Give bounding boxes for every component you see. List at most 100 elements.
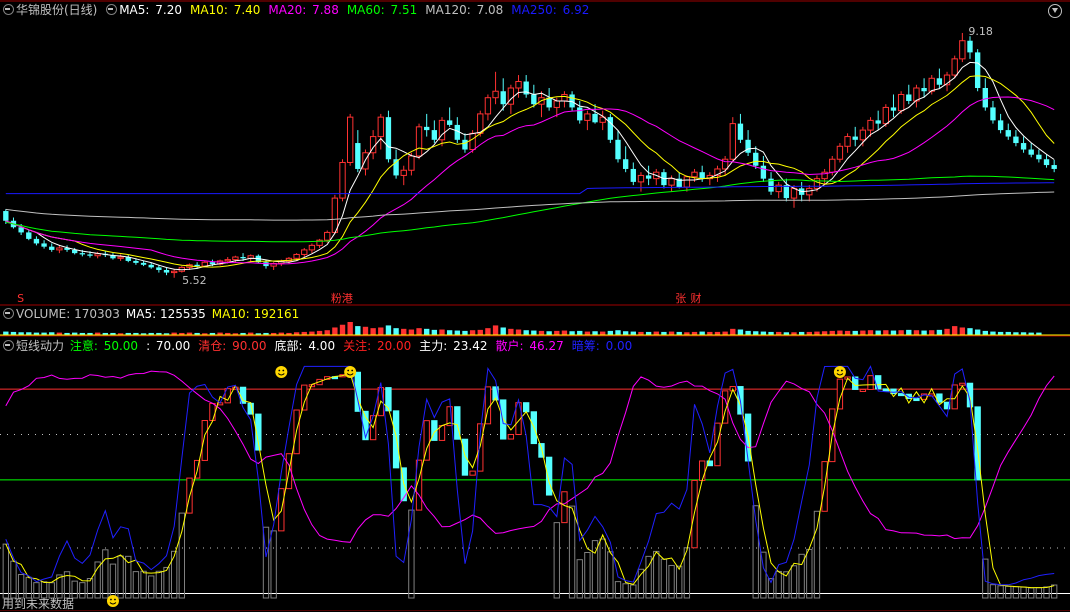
main-force-block xyxy=(897,393,905,397)
candle-body xyxy=(1028,149,1034,155)
volume-bar xyxy=(967,328,973,335)
ma-legend-item: MA250: 6.92 xyxy=(511,3,591,17)
volume-bar xyxy=(974,329,981,335)
main-force-block xyxy=(408,509,415,599)
signal-marker: S xyxy=(17,292,24,305)
candle-body xyxy=(400,169,407,176)
candle-body xyxy=(355,143,361,169)
volume-bar xyxy=(485,328,491,335)
volume-bar xyxy=(554,330,560,335)
ma-line xyxy=(5,75,1055,268)
buy-smiley-icon xyxy=(275,366,288,378)
candle-body xyxy=(240,257,246,259)
main-force-block xyxy=(1005,585,1012,599)
candle-body xyxy=(967,40,973,53)
main-force-block xyxy=(630,584,637,599)
volume-bar xyxy=(546,331,552,335)
volume-bar xyxy=(630,331,636,335)
volume-bar xyxy=(339,324,346,335)
indicator-legend: 短线动力 注意: 50.00: 70.00 清仓: 90.00 底部: 4.00 关注… xyxy=(0,338,642,354)
candle-body xyxy=(906,94,912,101)
collapse-icon[interactable] xyxy=(1048,4,1062,18)
smiley-face xyxy=(275,366,288,378)
window-toggle-icon[interactable] xyxy=(3,4,14,15)
ma-label: MA20: xyxy=(268,3,311,17)
indicator-label: 散户: xyxy=(495,339,528,353)
future-data-note: 用到未来数据 xyxy=(2,597,75,611)
volume-bar xyxy=(385,325,392,335)
volume-bar xyxy=(860,330,866,335)
indicator-legend-item: 散户: 46.27 xyxy=(496,339,566,353)
candle-body xyxy=(301,249,308,255)
volume-bar xyxy=(316,330,323,335)
indicator-legend-item: : 70.00 xyxy=(146,339,192,353)
candle-body xyxy=(813,178,821,189)
volume-bar xyxy=(936,329,943,335)
main-force-block xyxy=(1035,587,1043,599)
indicator-label: 关注: xyxy=(343,339,375,353)
candle-body xyxy=(424,126,430,131)
candle-body xyxy=(737,123,744,140)
candle-body xyxy=(615,139,621,160)
candle-body xyxy=(645,175,652,179)
candle-body xyxy=(982,88,988,108)
candle-body xyxy=(469,132,476,151)
volume-bar xyxy=(883,330,889,335)
main-force-block xyxy=(951,384,958,410)
candle-body xyxy=(760,165,767,179)
candle-body xyxy=(1005,130,1011,137)
volume-settings-icon[interactable] xyxy=(3,308,14,319)
retail-line xyxy=(5,370,1055,543)
main-force-block xyxy=(170,550,178,599)
main-force-block xyxy=(109,563,117,599)
candle-body xyxy=(484,97,492,115)
main-force-block xyxy=(622,583,629,599)
candle-body xyxy=(1020,143,1027,150)
candle-body xyxy=(224,259,231,262)
main-force-block xyxy=(568,505,576,599)
candle-body xyxy=(462,139,468,150)
main-force-block xyxy=(989,584,997,599)
candle-body xyxy=(990,107,996,121)
main-force-block xyxy=(10,560,17,599)
candle-body xyxy=(630,168,636,182)
candle-body xyxy=(921,88,927,92)
ma-line xyxy=(5,182,1055,195)
indicator-settings-icon[interactable] xyxy=(3,340,14,351)
candle-body xyxy=(852,136,858,140)
main-force-block xyxy=(561,491,568,524)
ma-label: MA60: xyxy=(346,3,389,17)
volume-bar xyxy=(416,328,422,335)
candle-body xyxy=(974,52,981,88)
volume-bar xyxy=(569,331,575,335)
candle-body xyxy=(331,197,339,233)
volume-bar xyxy=(929,330,935,335)
candle-body xyxy=(346,116,354,163)
volume-bar xyxy=(668,331,675,335)
indicator-legend-item: 暗筹: 0.00 xyxy=(572,339,635,353)
main-force-block xyxy=(806,548,813,599)
volume-bar xyxy=(921,330,927,335)
indicator-name: 短线动力 xyxy=(16,339,65,353)
volume-bar xyxy=(347,322,353,335)
ma-line xyxy=(5,175,1055,243)
candle-body xyxy=(859,129,867,141)
candle-body xyxy=(836,145,844,160)
main-force-block xyxy=(913,398,920,402)
volume-bar xyxy=(332,327,338,335)
buy-smiley-icon xyxy=(833,366,846,378)
candle-body xyxy=(936,78,943,85)
main-force-block xyxy=(178,512,186,599)
candle-body xyxy=(232,256,239,261)
ma-label: MA5: xyxy=(119,3,154,17)
candle-body xyxy=(385,117,392,160)
indicator-value: 23.42 xyxy=(453,339,488,353)
volume-bar xyxy=(355,326,361,335)
volume-bar xyxy=(745,330,751,335)
candle-body xyxy=(377,116,384,138)
ma-settings-icon[interactable] xyxy=(106,4,118,15)
volume-bar xyxy=(462,330,468,335)
smiley-eye xyxy=(114,598,116,601)
volume-bar xyxy=(615,330,621,335)
candle-body xyxy=(339,161,346,199)
